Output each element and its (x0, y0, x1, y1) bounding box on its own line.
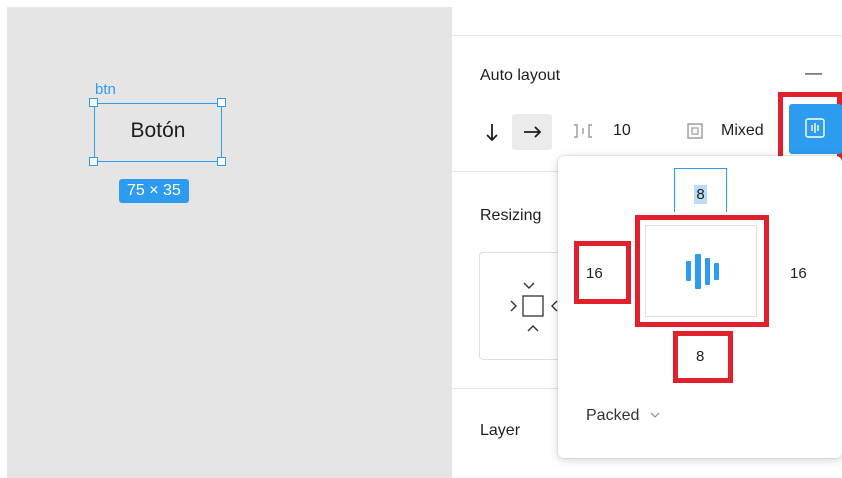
section-divider (452, 171, 558, 172)
padding-icon (684, 120, 706, 142)
align-center-icon (805, 118, 825, 138)
alignment-grid[interactable] (645, 225, 757, 317)
padding-left-input[interactable]: 16 (586, 265, 603, 282)
auto-layout-title: Auto layout (480, 67, 561, 84)
arrow-right-icon (524, 126, 542, 138)
padding-top-input[interactable]: 8 (674, 168, 727, 212)
distribution-label: Packed (586, 407, 640, 424)
remove-auto-layout-button[interactable]: — (805, 63, 822, 83)
arrow-down-icon (486, 124, 498, 142)
size-badge: 75 × 35 (119, 179, 189, 203)
button-text: Botón (130, 119, 186, 142)
align-center-bars-icon (686, 254, 719, 289)
resize-handle-bottom-right[interactable] (217, 157, 226, 166)
spacing-value-input[interactable]: 10 (613, 122, 631, 140)
padding-value-input[interactable]: Mixed (721, 122, 764, 140)
spacing-between-icon (571, 120, 595, 142)
padding-right-input[interactable]: 16 (790, 265, 807, 282)
frame-layer-label[interactable]: btn (95, 82, 116, 98)
direction-horizontal-button[interactable] (512, 114, 552, 150)
resizing-title: Resizing (480, 207, 542, 224)
padding-bottom-input[interactable]: 8 (696, 348, 704, 365)
chevron-down-icon (650, 412, 660, 418)
section-divider (452, 388, 558, 389)
direction-vertical-button[interactable] (477, 115, 507, 149)
resize-handle-bottom-left[interactable] (89, 157, 98, 166)
alignment-padding-popover: 8 16 16 8 Packed (558, 156, 842, 458)
resize-handle-top-right[interactable] (217, 98, 226, 107)
layer-title: Layer (480, 422, 521, 439)
padding-top-value: 8 (694, 185, 707, 204)
resize-handle-top-left[interactable] (89, 98, 98, 107)
alignment-padding-button[interactable] (789, 104, 842, 154)
section-divider (452, 35, 842, 36)
distribution-dropdown[interactable]: Packed (586, 407, 662, 425)
design-canvas[interactable] (7, 7, 452, 478)
